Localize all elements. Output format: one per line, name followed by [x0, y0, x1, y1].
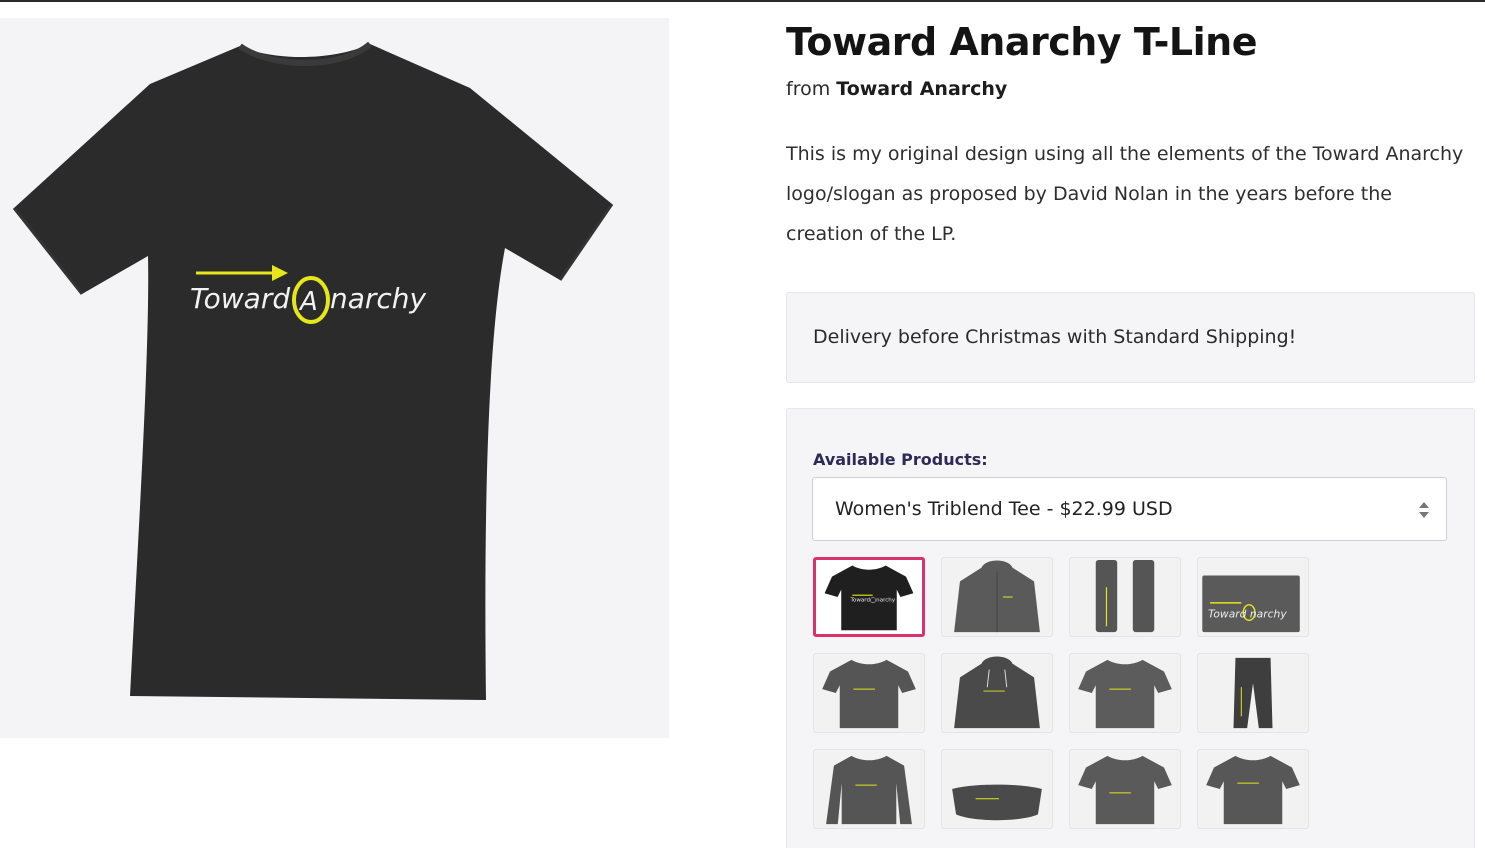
product-image[interactable]: Toward A narchy [0, 18, 669, 738]
thumb-zip-hoodie[interactable] [941, 557, 1053, 637]
thumb-pullover-hoodie[interactable] [941, 653, 1053, 733]
thumb-fanny-pack[interactable] [941, 749, 1053, 829]
tshirt-icon [822, 659, 916, 729]
pants-icon [1233, 657, 1273, 729]
thumb-womens-triblend-tee[interactable]: Toward◯narchy [813, 557, 925, 637]
hoodie-icon [954, 656, 1040, 729]
hoodie-icon [954, 560, 1040, 633]
available-products-panel: Available Products: Women's Triblend Tee… [786, 408, 1475, 848]
fannypack-icon [952, 784, 1042, 821]
svg-text:Toward◯narchy: Toward◯narchy [850, 597, 896, 604]
product-select-value: Women's Triblend Tee - $22.99 USD [835, 498, 1173, 520]
tshirt-icon: Toward◯narchy [824, 565, 914, 631]
longsleeve-icon [826, 755, 912, 825]
byline-from-label: from [786, 78, 831, 100]
available-products-label: Available Products: [813, 450, 988, 469]
page-title: Toward Anarchy T-Line [786, 20, 1258, 64]
tshirt-icon [1206, 755, 1300, 825]
delivery-notice: Delivery before Christmas with Standard … [786, 292, 1475, 383]
thumb-unisex-tee[interactable] [1197, 749, 1309, 829]
thumb-classic-tee[interactable] [813, 653, 925, 733]
store-link[interactable]: Toward Anarchy [836, 78, 1007, 100]
thumb-joggers[interactable] [1197, 653, 1309, 733]
logo-word-narchy: narchy [330, 282, 427, 315]
product-select[interactable]: Women's Triblend Tee - $22.99 USD [812, 477, 1447, 541]
socks-icon [1095, 559, 1155, 633]
byline: from Toward Anarchy [786, 78, 1007, 100]
top-divider [0, 0, 1485, 2]
pouch-icon: Toward narchy [1202, 575, 1300, 633]
logo-word-toward: Toward [190, 282, 290, 315]
product-description: This is my original design using all the… [786, 143, 1464, 245]
tshirt-icon [1078, 755, 1172, 825]
tshirt-icon [1078, 659, 1172, 729]
thumb-pouch[interactable]: Toward narchy [1197, 557, 1309, 637]
select-arrows-icon [1419, 502, 1429, 518]
delivery-notice-text: Delivery before Christmas with Standard … [813, 326, 1297, 348]
thumb-long-sleeve-tee[interactable] [813, 749, 925, 829]
thumb-premium-tee[interactable] [1069, 653, 1181, 733]
svg-text:Toward narchy: Toward narchy [1208, 607, 1287, 620]
thumb-womens-tee[interactable] [1069, 749, 1181, 829]
thumb-socks[interactable] [1069, 557, 1181, 637]
logo-letter-a: A [298, 287, 318, 317]
